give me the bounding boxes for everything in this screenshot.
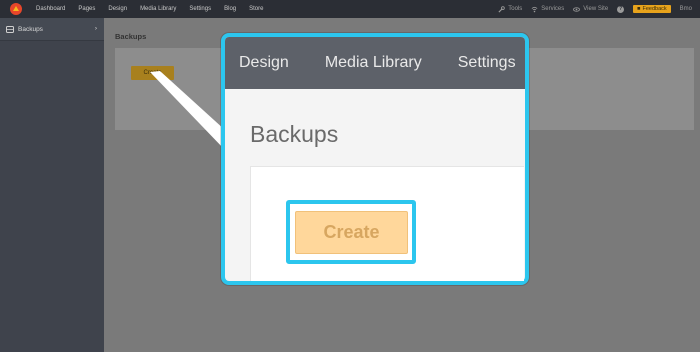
wifi-icon <box>531 6 538 12</box>
callout-nav-settings[interactable]: Settings <box>458 54 516 72</box>
help-icon[interactable]: ? <box>617 5 625 13</box>
topbar-tools: Tools Services View Site ? ■ Feedback Bm… <box>498 0 692 18</box>
nav-item-store[interactable]: Store <box>249 6 263 12</box>
feedback-label: Feedback <box>642 6 667 12</box>
view-site-label: View Site <box>583 6 609 12</box>
nav-item-design[interactable]: Design <box>108 6 127 12</box>
nav-item-media-library[interactable]: Media Library <box>140 6 176 12</box>
top-navigation-bar: Dashboard Pages Design Media Library Set… <box>0 0 700 18</box>
wrench-icon <box>498 5 505 13</box>
callout-nav: Design Media Library Settings <box>225 37 525 89</box>
callout-nav-design[interactable]: Design <box>239 54 289 72</box>
services-menu[interactable]: Services <box>531 6 564 13</box>
nav-item-dashboard[interactable]: Dashboard <box>36 6 65 12</box>
tools-menu[interactable]: Tools <box>498 5 523 13</box>
callout-page-title: Backups <box>250 121 339 147</box>
chevron-right-icon: › <box>94 25 97 32</box>
chat-icon: ■ <box>637 6 641 12</box>
services-label: Services <box>541 6 565 12</box>
view-site-link[interactable]: View Site <box>573 6 608 13</box>
page-title: Backups <box>115 32 147 41</box>
nav-item-settings[interactable]: Settings <box>189 6 211 12</box>
app-logo-icon[interactable] <box>10 3 22 15</box>
nav-item-pages[interactable]: Pages <box>78 6 95 12</box>
tools-label: Tools <box>508 6 523 12</box>
nav-item-blog[interactable]: Blog <box>224 6 236 12</box>
backup-drive-icon <box>6 25 14 33</box>
sidebar: Backups › <box>0 18 104 352</box>
main-nav: Dashboard Pages Design Media Library Set… <box>36 6 276 12</box>
feedback-button[interactable]: ■ Feedback <box>633 5 671 13</box>
sidebar-item-label: Backups <box>18 25 43 33</box>
callout-nav-media-library[interactable]: Media Library <box>325 54 422 72</box>
create-backup-button[interactable]: Create <box>131 66 174 80</box>
sidebar-item-backups[interactable]: Backups › <box>0 18 104 41</box>
user-menu[interactable]: Bmo <box>680 6 692 12</box>
eye-icon <box>573 6 581 12</box>
callout-create-button[interactable]: Create <box>295 211 408 254</box>
